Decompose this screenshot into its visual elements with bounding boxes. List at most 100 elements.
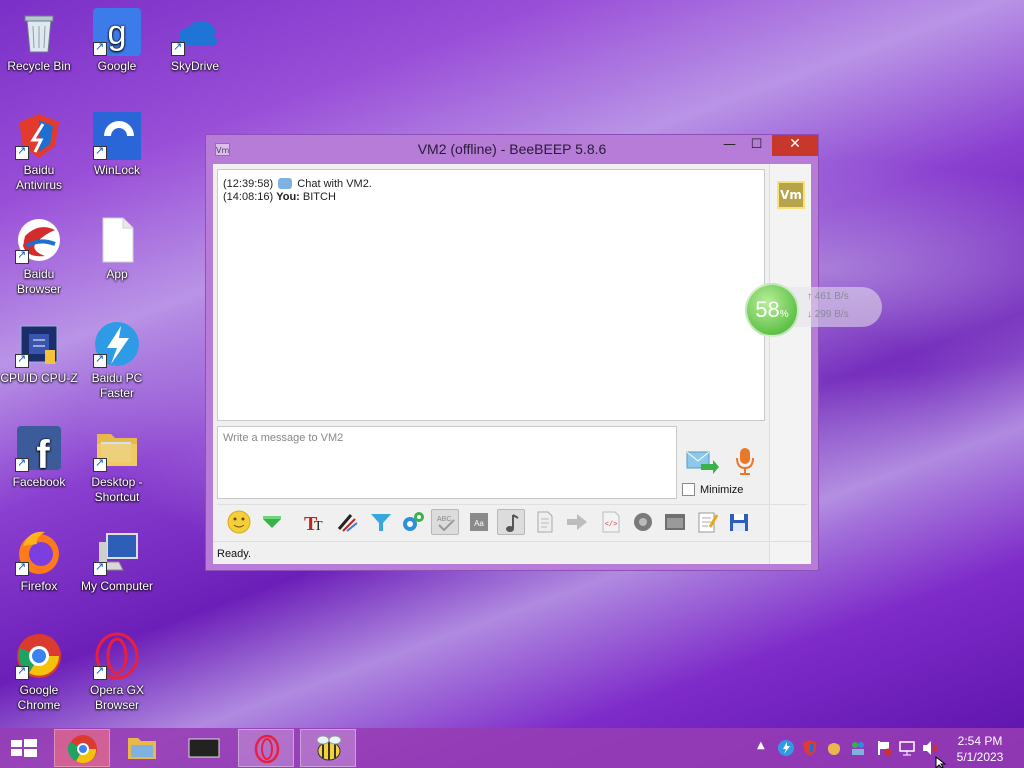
- checkbox-box[interactable]: [682, 483, 695, 496]
- recycle-bin-icon: [15, 8, 63, 56]
- download-rate-value: 299 B/s: [814, 309, 849, 320]
- word-complete-button[interactable]: Aa: [465, 509, 493, 535]
- desktop-icon-desktop-shortcut[interactable]: Desktop - Shortcut: [78, 424, 156, 505]
- svg-text:g: g: [108, 14, 127, 52]
- taskbar-screen[interactable]: [176, 729, 232, 767]
- desktop-icon-google-chrome[interactable]: Google Chrome: [0, 632, 78, 713]
- settings-button[interactable]: [399, 509, 427, 535]
- screenshot-button[interactable]: [629, 509, 657, 535]
- sound-button[interactable]: [497, 509, 525, 535]
- save-button[interactable]: [725, 509, 753, 535]
- taskbar-clock[interactable]: 2:54 PM 5/1/2023: [940, 733, 1020, 765]
- chat-history[interactable]: (12:39:58) Chat with VM2. (14:08:16) You…: [217, 169, 765, 421]
- download-rate: ↓ 299 B/s: [807, 309, 849, 320]
- send-file-button[interactable]: [258, 509, 286, 535]
- tray-shield-icon[interactable]: [802, 740, 818, 756]
- status-text: Ready.: [217, 548, 252, 560]
- shortcut-arrow-icon: [15, 664, 29, 680]
- send-icon: [686, 451, 719, 474]
- clear-chat-button[interactable]: [661, 509, 689, 535]
- spellcheck-button[interactable]: ABC: [431, 509, 459, 535]
- monitor-icon: [188, 738, 220, 758]
- html-button[interactable]: </>: [597, 509, 625, 535]
- shortcut-arrow-icon: [93, 664, 107, 680]
- network-icon[interactable]: [899, 740, 915, 756]
- desktop-icon-recycle-bin[interactable]: Recycle Bin: [0, 8, 78, 74]
- forward-button[interactable]: [563, 509, 591, 535]
- chrome-icon: [15, 632, 63, 680]
- taskbar-opera-gx[interactable]: [238, 729, 294, 767]
- cpu-usage-ball: 58%: [745, 283, 799, 337]
- volume-muted-icon[interactable]: [922, 740, 938, 756]
- desktop-icon-label: Opera GX Browser: [89, 683, 145, 712]
- desktop-icon-app[interactable]: App: [78, 216, 156, 282]
- shortcut-arrow-icon: [93, 352, 107, 368]
- microphone-icon: [736, 448, 754, 475]
- message-sender: You:: [276, 191, 300, 203]
- tray-cat-icon[interactable]: [826, 740, 842, 756]
- close-button[interactable]: ✕: [772, 135, 818, 156]
- user-avatar[interactable]: Vm: [777, 181, 805, 209]
- desktop-icon-label: Google: [97, 59, 137, 73]
- message-text: BITCH: [302, 191, 336, 203]
- show-hidden-icons-chevron-icon[interactable]: ▲: [757, 740, 773, 756]
- maximize-button[interactable]: ☐: [743, 135, 770, 156]
- clock-date: 5/1/2023: [956, 750, 1004, 764]
- start-button[interactable]: [0, 729, 48, 767]
- desktop-icon-facebook[interactable]: f Facebook: [0, 424, 78, 490]
- font-button[interactable]: TT: [301, 509, 329, 535]
- emoticon-button[interactable]: [225, 509, 253, 535]
- notes-button[interactable]: [693, 509, 721, 535]
- minimize-button[interactable]: —: [716, 135, 743, 156]
- taskbar-chrome[interactable]: [54, 729, 110, 767]
- desktop-icon-cpuz[interactable]: CPUID CPU-Z: [0, 320, 78, 386]
- send-message-button[interactable]: [685, 448, 719, 476]
- desktop-icon-baidu-browser[interactable]: Baidu Browser: [0, 216, 78, 297]
- color-pen-icon: [337, 514, 358, 532]
- taskbar-file-explorer[interactable]: [114, 729, 170, 767]
- minimize-checkbox[interactable]: Minimize: [682, 483, 743, 496]
- tray-network-users-icon[interactable]: [850, 740, 866, 756]
- action-center-flag-icon[interactable]: [876, 740, 892, 756]
- taskbar-beebeep[interactable]: [300, 729, 356, 767]
- facebook-icon: f: [15, 424, 63, 477]
- cloud-icon: [171, 8, 219, 56]
- desktop-icon-baidu-pc-faster[interactable]: Baidu PC Faster: [78, 320, 156, 401]
- beebeep-chat-window[interactable]: Vm VM2 (offline) - BeeBEEP 5.8.6 — ☐ ✕ (…: [205, 134, 819, 571]
- tray-baidu-pc-faster-icon[interactable]: [778, 740, 794, 756]
- window-titlebar[interactable]: Vm VM2 (offline) - BeeBEEP 5.8.6 — ☐ ✕: [206, 135, 818, 163]
- save-chat-button[interactable]: [531, 509, 559, 535]
- taskbar: ▲ 2:54 PM 5/1/2023: [0, 728, 1024, 768]
- shortcut-arrow-icon: [171, 40, 185, 56]
- google-icon: g: [93, 8, 141, 56]
- code-icon: </>: [602, 511, 620, 533]
- upload-rate-value: 461 B/s: [814, 291, 849, 302]
- network-speed-widget[interactable]: 58% ↑ 461 B/s ↓ 299 B/s: [745, 283, 882, 337]
- desktop-icon-baidu-antivirus[interactable]: Baidu Antivirus: [0, 112, 78, 193]
- desktop-icon-label: Baidu Browser: [16, 267, 61, 296]
- chat-line: (14:08:16) You: BITCH: [223, 191, 759, 204]
- green-arrow-down-icon: [263, 516, 281, 528]
- desktop-icon-label: CPUID CPU-Z: [0, 371, 78, 385]
- mouse-cursor-icon: [935, 756, 947, 768]
- music-note-icon: [506, 514, 519, 532]
- message-text: Chat with VM2.: [297, 178, 372, 190]
- shortcut-arrow-icon: [15, 248, 29, 264]
- desktop-icon-my-computer[interactable]: My Computer: [78, 528, 156, 594]
- folder-icon: [128, 738, 156, 759]
- font-color-button[interactable]: [333, 509, 361, 535]
- filter-button[interactable]: [367, 509, 395, 535]
- desktop-icon-opera-gx[interactable]: Opera GX Browser: [78, 632, 156, 713]
- window-icon: [665, 514, 685, 530]
- message-input[interactable]: Write a message to VM2: [217, 426, 677, 499]
- desktop-icon-label: Baidu Antivirus: [15, 163, 62, 192]
- desktop-icon-firefox[interactable]: Firefox: [0, 528, 78, 594]
- usage-percent: 58: [755, 297, 780, 322]
- voice-message-button[interactable]: [733, 446, 757, 476]
- shortcut-arrow-icon: [93, 40, 107, 56]
- desktop-icon-google[interactable]: g Google: [78, 8, 156, 74]
- desktop-icon-skydrive[interactable]: SkyDrive: [156, 8, 234, 74]
- desktop-icon-winlock[interactable]: WinLock: [78, 112, 156, 178]
- arrow-right-icon: [567, 514, 587, 530]
- shield-icon: [15, 112, 63, 160]
